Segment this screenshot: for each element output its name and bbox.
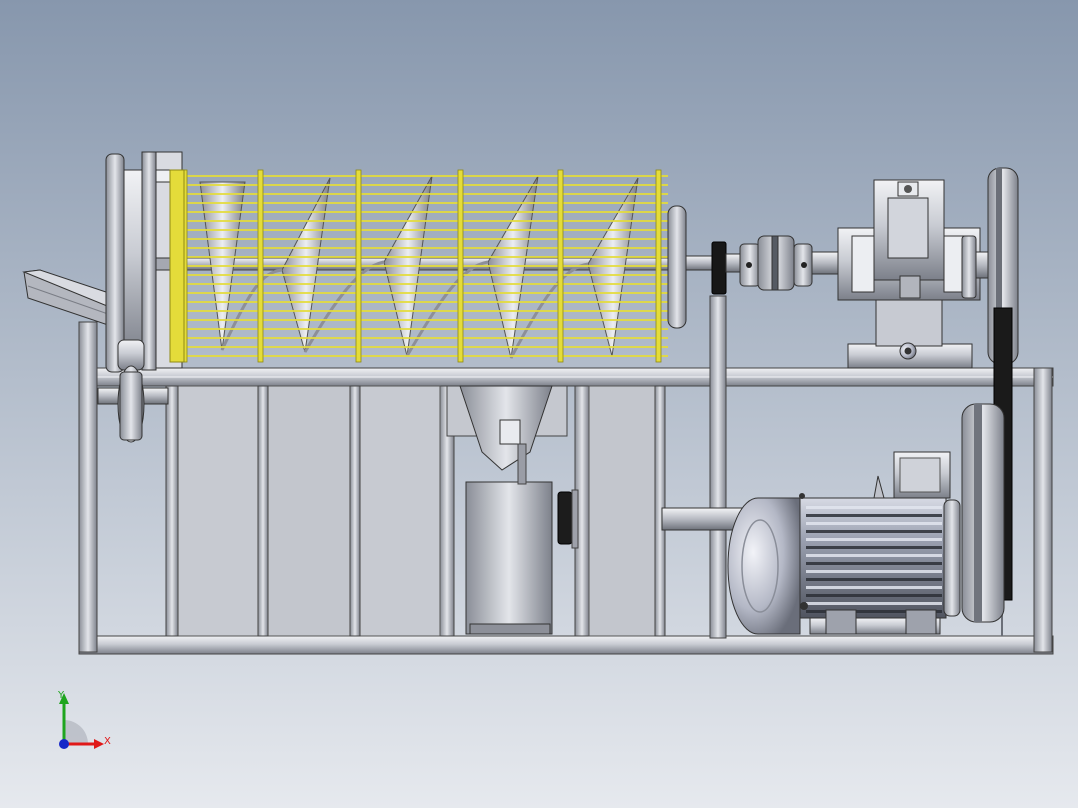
motor-fin: [806, 514, 942, 517]
motor-fin: [806, 506, 942, 509]
machine-assembly-drawing: Y X: [0, 0, 1078, 808]
cad-viewport[interactable]: Y X: [0, 0, 1078, 808]
drum-right-end: [667, 205, 687, 329]
motor-fin: [806, 594, 942, 597]
x-axis-label: X: [104, 736, 111, 747]
motor-fin: [806, 538, 942, 541]
motor-fin: [806, 522, 942, 525]
motor-fin: [806, 554, 942, 557]
motor-fin: [806, 570, 942, 573]
mesh-ring: [355, 169, 362, 363]
mesh-ring: [257, 169, 264, 363]
mesh-ring: [655, 169, 662, 363]
motor-fin: [806, 546, 942, 549]
motor-fin: [806, 602, 942, 605]
motor-fin: [806, 578, 942, 581]
mesh-end-band: [169, 169, 185, 363]
motor-fin: [806, 530, 942, 533]
y-axis-label: Y: [57, 690, 65, 701]
mesh-ring: [457, 169, 464, 363]
motor-fin: [806, 586, 942, 589]
mesh-ring: [557, 169, 564, 363]
motor-fin: [806, 562, 942, 565]
